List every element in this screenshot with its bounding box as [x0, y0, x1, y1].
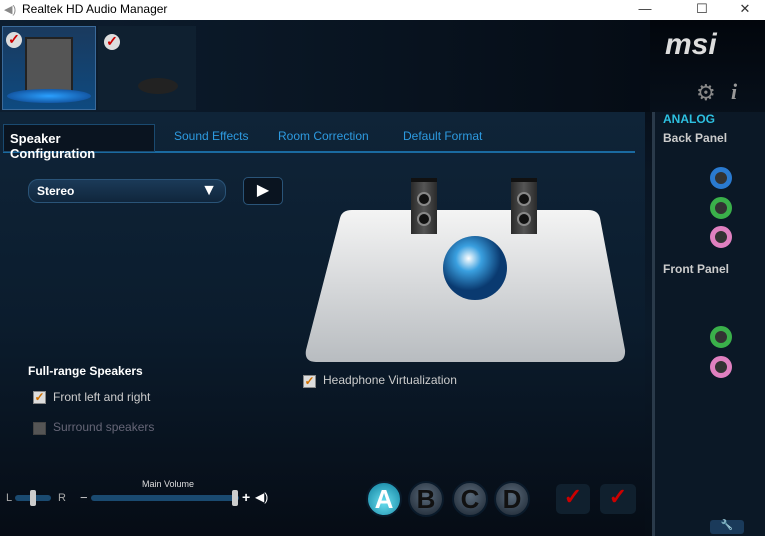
back-jack-blue[interactable] [710, 167, 732, 189]
volume-plus[interactable]: + [242, 489, 250, 505]
front-lr-label: Front left and right [53, 390, 151, 404]
glow [7, 89, 91, 103]
microphone-icon [138, 78, 178, 94]
back-panel-label: Back Panel [663, 131, 728, 145]
listener-ball [443, 236, 507, 300]
connector-panel [652, 112, 765, 536]
balance-right-label: R [58, 492, 66, 504]
info-icon[interactable]: i [731, 79, 737, 105]
tab-room-correction[interactable]: Room Correction [278, 129, 369, 143]
speaker-config-select[interactable]: Stereo ▼ [28, 179, 226, 203]
back-jack-green[interactable] [710, 197, 732, 219]
volume-minus[interactable]: − [80, 490, 88, 505]
surround-checkbox[interactable] [33, 422, 46, 435]
tab-default-format[interactable]: Default Format [403, 129, 482, 143]
msi-logo: msi [665, 28, 717, 61]
headphone-virtualization-label: Headphone Virtualization [323, 373, 457, 387]
wrench-settings-button[interactable]: 🔧 [710, 520, 744, 534]
check-icon: ✓ [6, 32, 22, 48]
check-icon: ✓ [104, 34, 120, 50]
back-jack-pink[interactable] [710, 226, 732, 248]
device-microphone[interactable]: ✓ [98, 26, 196, 110]
main-volume-label: Main Volume [142, 479, 195, 489]
profile-c-button[interactable]: C [452, 481, 488, 517]
profile-b-button[interactable]: B [408, 481, 444, 517]
speaker-stage [305, 210, 626, 362]
headphone-virtualization-checkbox[interactable]: ✓ [303, 375, 316, 388]
full-range-title: Full-range Speakers [28, 364, 143, 378]
volume-slider[interactable] [91, 490, 239, 506]
speaker-pair-icon [25, 37, 73, 93]
tab-sound-effects[interactable]: Sound Effects [174, 129, 249, 143]
front-lr-checkbox[interactable]: ✓ [33, 391, 46, 404]
balance-thumb[interactable] [30, 490, 36, 506]
profile-d-button[interactable]: D [494, 481, 530, 517]
close-button[interactable]: ✕ [725, 0, 765, 20]
device-speakers[interactable]: ✓ [2, 26, 96, 110]
balance-slider[interactable] [15, 490, 51, 506]
check-button[interactable]: ✓ [556, 484, 590, 514]
profile-a-button[interactable]: A [366, 481, 402, 517]
front-jack-green[interactable] [710, 326, 732, 348]
front-panel-label: Front Panel [663, 262, 730, 276]
window-title: Realtek HD Audio Manager [22, 2, 168, 16]
volume-thumb[interactable] [232, 490, 238, 506]
maximize-button[interactable]: ☐ [682, 0, 722, 20]
surround-label: Surround speakers [53, 420, 155, 434]
front-left-speaker[interactable] [411, 178, 437, 234]
balance-left-label: L [6, 492, 13, 504]
front-jack-pink[interactable] [710, 356, 732, 378]
chevron-down-icon: ▼ [201, 182, 217, 199]
play-test-button[interactable]: ▶ [243, 177, 283, 205]
title-bar: ◀) Realtek HD Audio Manager — ☐ ✕ [0, 0, 765, 20]
speaker-volume-icon[interactable]: ◀) [255, 490, 268, 504]
select-value: Stereo [37, 184, 75, 198]
app-icon: ◀) [4, 4, 17, 16]
minimize-button[interactable]: — [625, 0, 665, 20]
gear-icon[interactable]: ⚙ [696, 80, 716, 106]
check-alt-button[interactable]: ✓ [600, 484, 636, 514]
front-right-speaker[interactable] [511, 178, 537, 234]
analog-label: ANALOG [663, 112, 715, 126]
tab-speaker-configuration[interactable]: Speaker Configuration [3, 124, 155, 161]
